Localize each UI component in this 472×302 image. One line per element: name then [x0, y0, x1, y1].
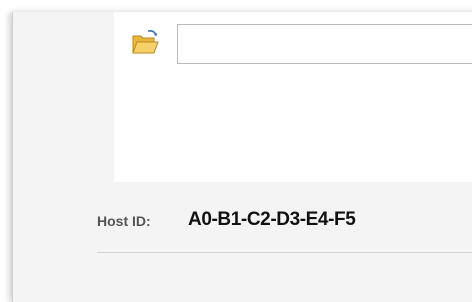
open-folder-icon [132, 30, 159, 54]
browse-button[interactable] [130, 28, 162, 60]
divider [97, 252, 472, 253]
host-id-label: Host ID: [97, 213, 151, 229]
host-id-value: A0-B1-C2-D3-E4-F5 [188, 209, 356, 230]
file-path-input[interactable] [177, 24, 472, 64]
